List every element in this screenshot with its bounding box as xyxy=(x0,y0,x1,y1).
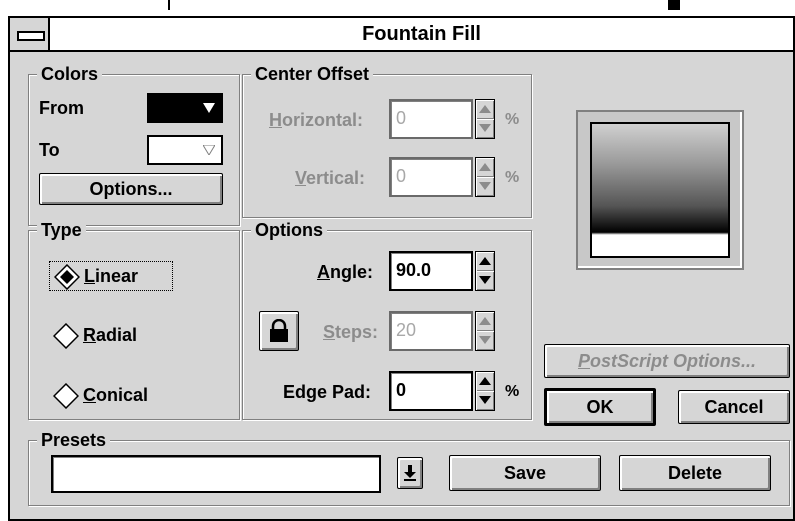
arrow-down-icon xyxy=(479,124,491,132)
spin-down-button[interactable] xyxy=(476,119,494,138)
arrow-down-icon xyxy=(479,336,491,344)
to-color-button[interactable] xyxy=(147,135,223,165)
spin-up-button[interactable] xyxy=(476,158,494,178)
from-color-button[interactable] xyxy=(147,93,223,123)
options-group: Options Angle: 90.0 Steps: 20 Edge Pad: … xyxy=(242,219,532,420)
conical-label: Conical xyxy=(83,385,149,405)
vertical-unit: % xyxy=(505,169,520,186)
spin-up-button[interactable] xyxy=(476,372,494,392)
edge-pad-label: Edge Pad: xyxy=(283,382,372,402)
radio-unselected-icon xyxy=(53,323,79,349)
dropdown-arrow-icon xyxy=(203,103,215,113)
system-menu-button[interactable] xyxy=(10,18,50,50)
radio-selected-icon xyxy=(54,264,80,290)
presets-group: Presets Save Delete xyxy=(28,429,790,506)
edge-pad-spinner[interactable] xyxy=(475,371,495,411)
edge-mark-left xyxy=(168,0,170,10)
steps-spinner[interactable] xyxy=(475,311,495,351)
horizontal-unit: % xyxy=(505,111,520,128)
title-bar: Fountain Fill xyxy=(10,18,793,52)
dropdown-arrow-icon xyxy=(404,465,416,481)
postscript-options-button[interactable]: PostScript Options... xyxy=(544,344,790,378)
system-menu-icon xyxy=(17,31,45,41)
arrow-up-icon xyxy=(479,317,491,325)
radial-label: Radial xyxy=(83,325,138,345)
arrow-down-icon xyxy=(479,276,491,284)
radio-conical[interactable]: Conical xyxy=(49,381,173,411)
arrow-down-icon xyxy=(479,182,491,190)
window-title: Fountain Fill xyxy=(362,23,481,45)
radio-unselected-icon xyxy=(53,383,79,409)
spin-up-button[interactable] xyxy=(476,252,494,272)
edge-pad-input[interactable]: 0 xyxy=(389,371,473,411)
options-legend: Options xyxy=(251,219,327,241)
horizontal-input[interactable]: 0 xyxy=(389,99,473,139)
presets-dropdown-button[interactable] xyxy=(397,457,423,489)
arrow-up-icon xyxy=(479,257,491,265)
type-legend: Type xyxy=(37,219,86,241)
from-label: From xyxy=(39,98,84,118)
edge-mark-right xyxy=(668,0,680,10)
to-label: To xyxy=(39,140,60,160)
fountain-fill-dialog: Fountain Fill Colors From To Options... … xyxy=(8,16,795,521)
steps-label: Steps: xyxy=(323,322,379,342)
vertical-spinner[interactable] xyxy=(475,157,495,197)
colors-group: Colors From To Options... xyxy=(28,63,240,226)
center-offset-legend: Center Offset xyxy=(251,63,374,85)
arrow-up-icon xyxy=(479,377,491,385)
vertical-input[interactable]: 0 xyxy=(389,157,473,197)
colors-legend: Colors xyxy=(37,63,103,85)
steps-input[interactable]: 20 xyxy=(389,311,473,351)
radio-radial[interactable]: Radial xyxy=(49,321,173,351)
colors-options-button[interactable]: Options... xyxy=(39,173,223,205)
lock-steps-button[interactable] xyxy=(259,311,299,351)
arrow-up-icon xyxy=(479,105,491,113)
presets-input[interactable] xyxy=(51,455,381,493)
spin-up-button[interactable] xyxy=(476,312,494,332)
horizontal-label: Horizontal: xyxy=(269,110,363,130)
presets-delete-button[interactable]: Delete xyxy=(619,455,771,491)
spin-down-button[interactable] xyxy=(476,271,494,290)
cancel-button[interactable]: Cancel xyxy=(678,390,790,424)
spin-down-button[interactable] xyxy=(476,391,494,410)
vertical-label: Vertical: xyxy=(295,168,366,188)
type-group: Type Linear Radial Conical xyxy=(28,219,240,420)
angle-spinner[interactable] xyxy=(475,251,495,291)
gradient-preview-frame xyxy=(576,110,744,270)
horizontal-spinner[interactable] xyxy=(475,99,495,139)
arrow-up-icon xyxy=(479,163,491,171)
center-offset-group: Center Offset Horizontal: 0 % Vertical: … xyxy=(242,63,532,218)
ok-button[interactable]: OK xyxy=(544,388,656,426)
spin-up-button[interactable] xyxy=(476,100,494,120)
presets-save-button[interactable]: Save xyxy=(449,455,601,491)
spin-down-button[interactable] xyxy=(476,177,494,196)
spin-down-button[interactable] xyxy=(476,331,494,350)
gradient-preview xyxy=(590,122,730,258)
dropdown-arrow-icon xyxy=(203,145,215,155)
angle-input[interactable]: 90.0 xyxy=(389,251,473,291)
arrow-down-icon xyxy=(479,396,491,404)
edge-pad-unit: % xyxy=(505,383,520,400)
presets-legend: Presets xyxy=(37,429,111,451)
linear-label: Linear xyxy=(84,266,139,286)
angle-label: Angle: xyxy=(317,262,373,282)
lock-icon xyxy=(270,319,288,342)
radio-linear[interactable]: Linear xyxy=(49,261,173,291)
